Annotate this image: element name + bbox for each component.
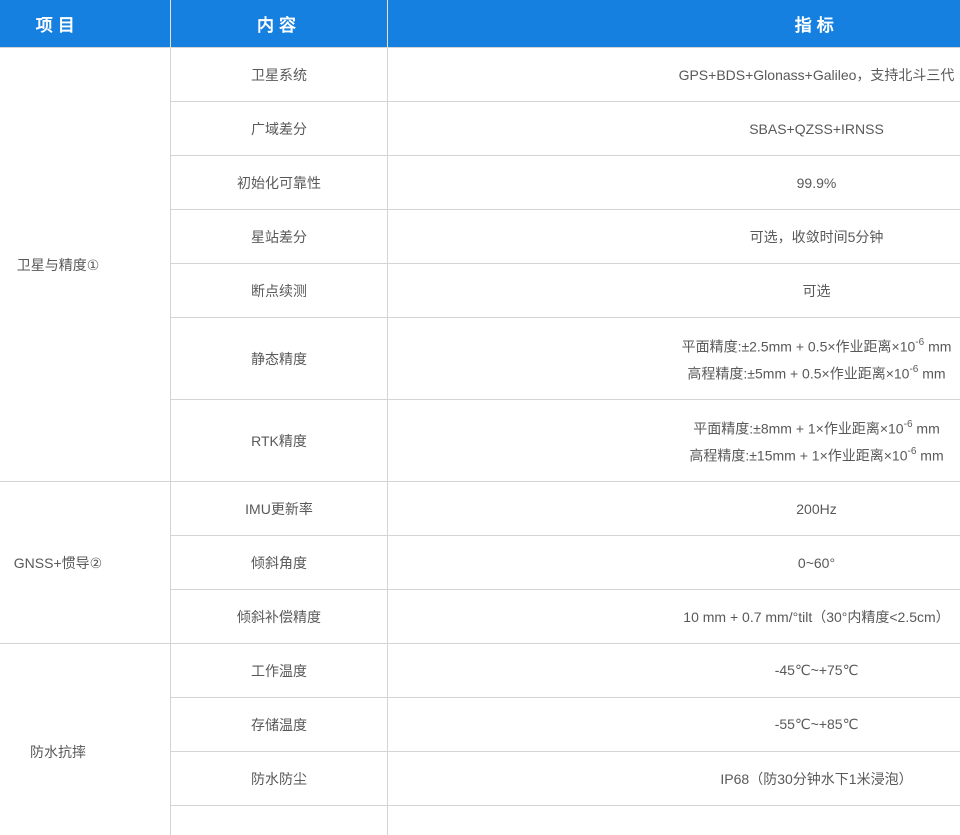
exponent: -6	[904, 419, 913, 430]
value-cell: 99.9%	[388, 156, 960, 210]
value-cell: 可选，收敛时间5分钟	[388, 210, 960, 264]
content-cell: 卫星系统	[171, 48, 388, 102]
content-cell: 倾斜角度	[171, 536, 388, 590]
spec-row: 防水抗摔 工作温度 -45℃~+75℃	[0, 644, 960, 698]
content-cell: 初始化可靠性	[171, 156, 388, 210]
spec-table-viewport: 项目 内容 指标 卫星与精度① 卫星系统 GPS+BDS+Glonass+Gal…	[0, 0, 960, 835]
content-cell: 广域差分	[171, 102, 388, 156]
exponent: -6	[909, 364, 918, 375]
column-header-indicator: 指标	[388, 0, 960, 48]
value-cell: SBAS+QZSS+IRNSS	[388, 102, 960, 156]
value-cell: 可选	[388, 264, 960, 318]
value-text: 高程精度:±5mm + 0.5×作业距离×10	[687, 365, 909, 381]
value-text: 平面精度:±8mm + 1×作业距离×10	[693, 421, 903, 437]
content-cell: RTK精度	[171, 400, 388, 482]
value-cell: GPS+BDS+Glonass+Galileo，支持北斗三代	[388, 48, 960, 102]
spec-row: GNSS+惯导② IMU更新率 200Hz	[0, 482, 960, 536]
value-line: 平面精度:±2.5mm + 0.5×作业距离×10-6 mm	[388, 332, 960, 359]
value-cell: IP68（防30分钟水下1米浸泡）	[388, 752, 960, 806]
group-cell-satellite-precision: 卫星与精度①	[0, 48, 171, 482]
group-cell-waterproof: 防水抗摔	[0, 644, 171, 835]
content-cell: 倾斜补偿精度	[171, 590, 388, 644]
content-cell: 静态精度	[171, 318, 388, 400]
value-text: mm	[916, 447, 943, 463]
group-cell-gnss-ins: GNSS+惯导②	[0, 482, 171, 644]
content-cell: 断点续测	[171, 264, 388, 318]
value-cell: 200Hz	[388, 482, 960, 536]
value-cell-multiline: 平面精度:±8mm + 1×作业距离×10-6 mm 高程精度:±15mm + …	[388, 400, 960, 482]
value-cell: 0~60°	[388, 536, 960, 590]
value-cell: -55℃~+85℃	[388, 698, 960, 752]
value-line: 平面精度:±8mm + 1×作业距离×10-6 mm	[388, 414, 960, 441]
content-cell: 星站差分	[171, 210, 388, 264]
value-text: mm	[913, 421, 940, 437]
content-cell	[171, 806, 388, 835]
value-text: 平面精度:±2.5mm + 0.5×作业距离×10	[682, 339, 916, 355]
value-cell: 10 mm + 0.7 mm/°tilt（30°内精度<2.5cm）	[388, 590, 960, 644]
value-text: mm	[924, 339, 951, 355]
exponent: -6	[915, 337, 924, 348]
content-cell: IMU更新率	[171, 482, 388, 536]
value-cell: -45℃~+75℃	[388, 644, 960, 698]
content-cell: 防水防尘	[171, 752, 388, 806]
value-line: 高程精度:±15mm + 1×作业距离×10-6 mm	[388, 441, 960, 468]
value-cell	[388, 806, 960, 835]
content-cell: 工作温度	[171, 644, 388, 698]
spec-row: 卫星与精度① 卫星系统 GPS+BDS+Glonass+Galileo，支持北斗…	[0, 48, 960, 102]
column-header-item: 项目	[0, 0, 171, 48]
header-row: 项目 内容 指标	[0, 0, 960, 48]
column-header-content: 内容	[171, 0, 388, 48]
value-text: mm	[918, 365, 945, 381]
product-spec-table: 项目 内容 指标 卫星与精度① 卫星系统 GPS+BDS+Glonass+Gal…	[0, 0, 960, 835]
content-cell: 存储温度	[171, 698, 388, 752]
value-text: 高程精度:±15mm + 1×作业距离×10	[689, 447, 907, 463]
value-cell-multiline: 平面精度:±2.5mm + 0.5×作业距离×10-6 mm 高程精度:±5mm…	[388, 318, 960, 400]
value-line: 高程精度:±5mm + 0.5×作业距离×10-6 mm	[388, 359, 960, 386]
exponent: -6	[908, 446, 917, 457]
